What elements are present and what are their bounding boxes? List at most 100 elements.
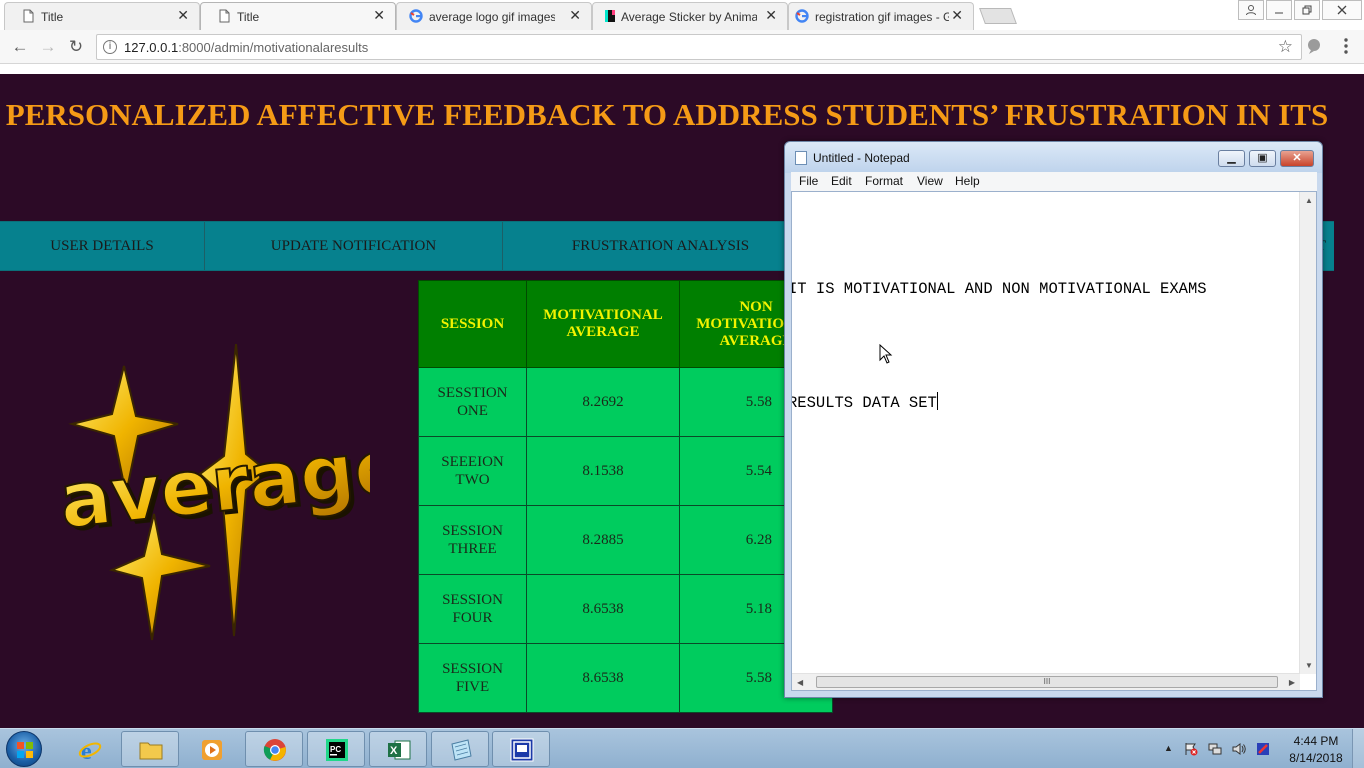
chrome-icon bbox=[263, 739, 286, 761]
taskbar-file-explorer[interactable] bbox=[121, 731, 179, 767]
taskbar-remote-app[interactable] bbox=[492, 731, 550, 767]
tab-title: average logo gif images bbox=[429, 10, 555, 24]
browser-tab-strip: Title ✕ Title ✕ average logo gif images … bbox=[0, 0, 1364, 30]
restore-icon[interactable] bbox=[1294, 0, 1320, 20]
text-line-content: RESULTS DATA SET bbox=[792, 394, 937, 412]
text-line: RESULTS DATA SET bbox=[792, 384, 1300, 422]
tab-close-icon[interactable]: ✕ bbox=[951, 8, 963, 22]
tab-title: Title bbox=[41, 10, 64, 24]
menu-edit[interactable]: Edit bbox=[831, 174, 852, 188]
minimize-icon[interactable] bbox=[1266, 0, 1292, 20]
taskbar-pycharm[interactable]: PC bbox=[307, 731, 365, 767]
volume-icon[interactable] bbox=[1232, 742, 1246, 756]
session-cell: SEEEION TWO bbox=[418, 436, 527, 506]
page-title: PERSONALIZED AFFECTIVE FEEDBACK TO ADDRE… bbox=[5, 97, 1329, 132]
vertical-scrollbar[interactable]: ▲ ▼ bbox=[1299, 192, 1316, 674]
taskbar-media-player[interactable] bbox=[182, 731, 240, 767]
notepad-maximize-icon[interactable]: ▣ bbox=[1249, 150, 1276, 167]
session-cell: SESSTION ONE bbox=[418, 367, 527, 437]
page-icon bbox=[23, 9, 34, 23]
scroll-down-icon[interactable]: ▼ bbox=[1305, 661, 1313, 670]
svg-text:PC: PC bbox=[330, 745, 341, 754]
browser-tab-active[interactable]: Title ✕ bbox=[200, 2, 396, 30]
notepad-editor[interactable]: IT IS MOTIVATIONAL AND NON MOTIVATIONAL … bbox=[791, 191, 1317, 691]
menu-help[interactable]: Help bbox=[955, 174, 980, 188]
tab-close-icon[interactable]: ✕ bbox=[373, 8, 385, 22]
forward-icon[interactable]: → bbox=[38, 37, 58, 57]
motivational-cell: 8.6538 bbox=[526, 574, 680, 644]
menu-view[interactable]: View bbox=[917, 174, 943, 188]
scroll-right-icon[interactable]: ▶ bbox=[1289, 678, 1295, 687]
session-cell: SESSION FIVE bbox=[418, 643, 527, 713]
col-header-motivational: MOTIVATIONAL AVERAGE bbox=[526, 280, 680, 368]
reload-icon[interactable]: ↻ bbox=[66, 37, 86, 57]
text-caret bbox=[936, 392, 938, 410]
google-icon bbox=[409, 9, 423, 23]
browser-tab[interactable]: average logo gif images ✕ bbox=[396, 2, 592, 30]
bookmark-star-icon[interactable]: ☆ bbox=[1278, 37, 1293, 57]
clock-time[interactable]: 4:44 PM bbox=[1288, 734, 1344, 748]
menu-kebab-icon[interactable] bbox=[1336, 36, 1356, 56]
excel-icon: X bbox=[388, 740, 411, 760]
media-player-icon bbox=[202, 740, 222, 760]
tab-close-icon[interactable]: ✕ bbox=[177, 8, 189, 22]
notepad-menubar: File Edit Format View Help bbox=[791, 172, 1317, 191]
tab-close-icon[interactable]: ✕ bbox=[569, 8, 581, 22]
notepad-close-icon[interactable]: ✕ bbox=[1280, 150, 1314, 167]
col-header-session: SESSION bbox=[418, 280, 527, 368]
taskbar-chrome[interactable] bbox=[245, 731, 303, 767]
nav-user-details[interactable]: USER DETAILS bbox=[0, 222, 205, 270]
notepad-text-area[interactable]: IT IS MOTIVATIONAL AND NON MOTIVATIONAL … bbox=[792, 194, 1300, 672]
site-info-icon[interactable]: i bbox=[103, 40, 117, 54]
start-button[interactable] bbox=[6, 731, 42, 767]
menu-format[interactable]: Format bbox=[865, 174, 903, 188]
scrollbar-thumb[interactable]: III bbox=[816, 676, 1278, 688]
table-row: SESSION FIVE 8.6538 5.58 bbox=[418, 643, 833, 713]
action-center-flag-icon[interactable] bbox=[1184, 742, 1198, 756]
mouse-cursor-icon bbox=[879, 344, 893, 364]
horizontal-scrollbar[interactable]: ◀ III ▶ bbox=[792, 673, 1300, 690]
back-icon[interactable]: ← bbox=[10, 37, 30, 57]
scroll-up-icon[interactable]: ▲ bbox=[1305, 196, 1313, 205]
clock-date[interactable]: 8/14/2018 bbox=[1284, 751, 1348, 765]
network-icon[interactable] bbox=[1208, 742, 1222, 756]
average-logo-image: average average bbox=[54, 344, 370, 641]
notepad-icon bbox=[451, 739, 472, 761]
notepad-titlebar[interactable]: Untitled - Notepad ▁ ▣ ✕ bbox=[785, 142, 1322, 173]
browser-tab[interactable]: Title ✕ bbox=[4, 2, 200, 30]
tray-expand-icon[interactable]: ▲ bbox=[1164, 743, 1173, 753]
remote-desktop-icon bbox=[510, 738, 534, 762]
scroll-left-icon[interactable]: ◀ bbox=[797, 678, 803, 687]
power-alert-icon[interactable] bbox=[1256, 742, 1270, 756]
taskbar-notepad[interactable] bbox=[431, 731, 489, 767]
address-bar[interactable]: i 127.0.0.1:8000/admin/motivationalaresu… bbox=[96, 34, 1302, 60]
browser-tab[interactable]: Average Sticker by Anima ✕ bbox=[592, 2, 788, 30]
extension-icon[interactable] bbox=[1304, 36, 1324, 56]
page-icon bbox=[219, 9, 230, 23]
tab-close-icon[interactable]: ✕ bbox=[765, 8, 777, 22]
session-cell: SESSION FOUR bbox=[418, 574, 527, 644]
url-text[interactable]: 127.0.0.1:8000/admin/motivationalaresult… bbox=[124, 40, 368, 55]
taskbar-excel[interactable]: X bbox=[369, 731, 427, 767]
show-desktop-button[interactable] bbox=[1352, 729, 1364, 768]
motivational-cell: 8.6538 bbox=[526, 643, 680, 713]
motivational-cell: 8.1538 bbox=[526, 436, 680, 506]
text-line: IT IS MOTIVATIONAL AND NON MOTIVATIONAL … bbox=[792, 280, 1207, 298]
profile-icon[interactable] bbox=[1238, 0, 1264, 20]
nav-frustration-analysis[interactable]: FRUSTRATION ANALYSIS bbox=[503, 222, 819, 270]
nav-update-notification[interactable]: UPDATE NOTIFICATION bbox=[205, 222, 503, 270]
notepad-minimize-icon[interactable]: ▁ bbox=[1218, 150, 1245, 167]
new-tab-button[interactable] bbox=[979, 8, 1017, 24]
windows-taskbar: e PC X ▲ 4:44 PM 8/14/2018 bbox=[0, 728, 1364, 768]
table-row: SESSION THREE 8.2885 6.28 bbox=[418, 505, 833, 575]
table-row: SEEEION TWO 8.1538 5.54 bbox=[418, 436, 833, 506]
notepad-window[interactable]: Untitled - Notepad ▁ ▣ ✕ File Edit Forma… bbox=[784, 141, 1323, 698]
table-row: SESSION FOUR 8.6538 5.18 bbox=[418, 574, 833, 644]
browser-tab[interactable]: registration gif images - G ✕ bbox=[788, 2, 974, 30]
google-icon bbox=[795, 9, 809, 23]
tab-title: registration gif images - G bbox=[815, 10, 949, 24]
window-close-icon[interactable] bbox=[1322, 0, 1362, 20]
taskbar-internet-explorer[interactable]: e bbox=[60, 731, 118, 767]
menu-file[interactable]: File bbox=[799, 174, 818, 188]
folder-icon bbox=[139, 742, 163, 760]
